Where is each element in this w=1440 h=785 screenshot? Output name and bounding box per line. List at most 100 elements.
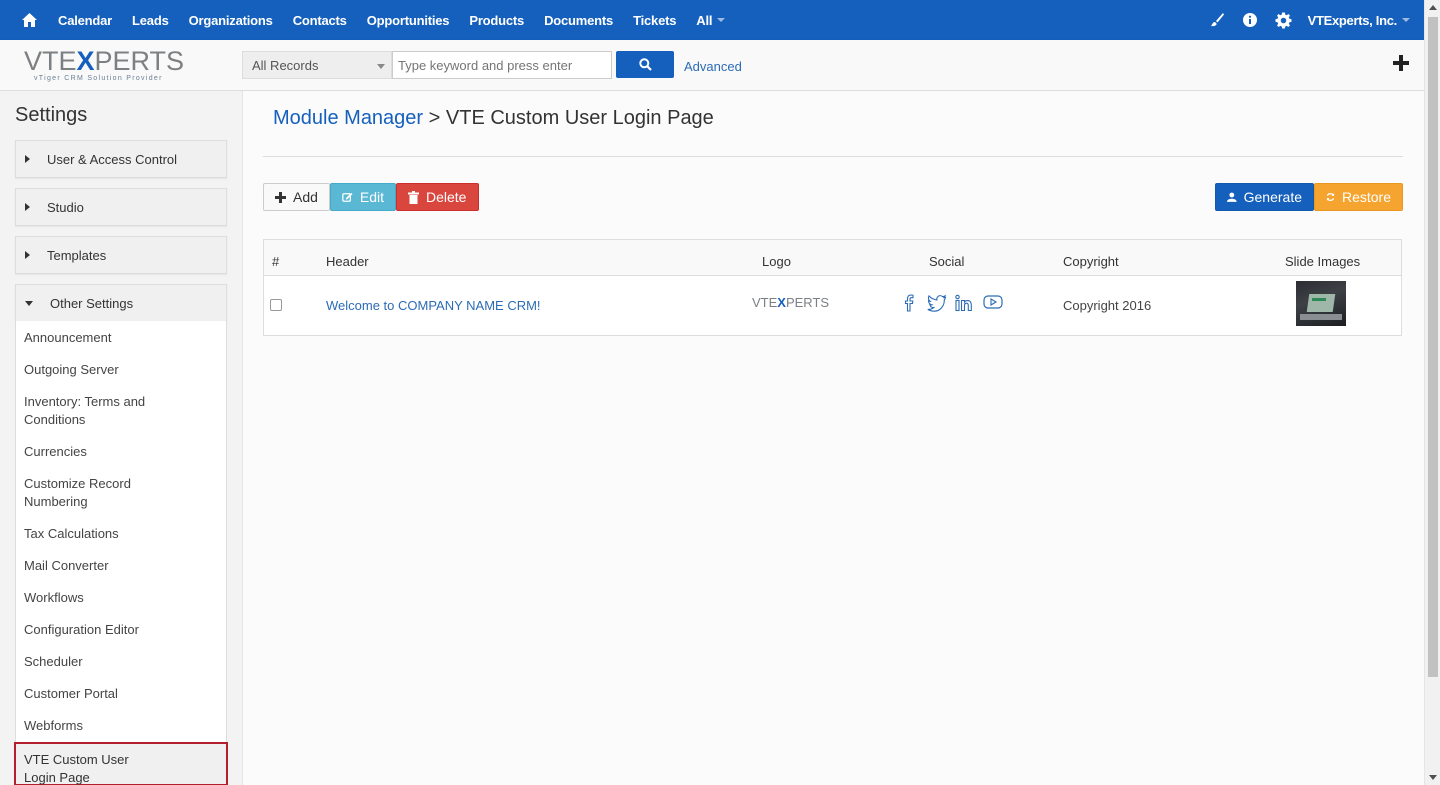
restore-button[interactable]: Restore: [1314, 183, 1403, 211]
settings-sidebar: Settings User & Access Control Studio Te…: [0, 91, 243, 785]
sidebar-group-studio[interactable]: Studio: [15, 188, 227, 226]
search-icon: [638, 58, 652, 71]
search-bar: VTEXPERTS vTiger CRM Solution Provider A…: [0, 40, 1424, 91]
sidebar-group-label: Other Settings: [50, 295, 134, 311]
nav-all[interactable]: All: [696, 12, 726, 28]
other-settings-list: Announcement Outgoing Server Inventory: …: [14, 321, 228, 785]
sidebar-item-customer-portal[interactable]: Customer Portal: [16, 685, 156, 703]
advanced-search-link[interactable]: Advanced: [684, 59, 742, 74]
youtube-icon[interactable]: [983, 294, 1003, 310]
sidebar-group-user-access[interactable]: User & Access Control: [15, 140, 227, 178]
main-menu: Calendar Leads Organizations Contacts Op…: [58, 0, 745, 40]
sidebar-item-vte-custom-login[interactable]: VTE Custom User Login Page: [14, 742, 228, 785]
linkedin-icon[interactable]: [955, 294, 975, 312]
plus-icon[interactable]: [1392, 54, 1410, 75]
chevron-down-icon: [377, 64, 385, 69]
divider: [263, 156, 1403, 157]
nav-leads[interactable]: Leads: [132, 13, 169, 28]
column-header-logo: Logo: [762, 254, 791, 269]
nav-all-label: All: [696, 12, 713, 28]
logo-wordmark: VTEXPERTS: [24, 47, 184, 75]
page-scrollbar[interactable]: [1424, 0, 1440, 785]
paintbrush-icon[interactable]: [1201, 12, 1234, 28]
sidebar-title: Settings: [15, 104, 88, 126]
nav-organizations[interactable]: Organizations: [189, 13, 273, 28]
sidebar-item-outgoing-server[interactable]: Outgoing Server: [16, 361, 156, 379]
sidebar-group-other-settings[interactable]: Other Settings: [15, 284, 227, 322]
sidebar-item-workflows[interactable]: Workflows: [16, 589, 156, 607]
sidebar-item-record-numbering[interactable]: Customize Record Numbering: [16, 475, 156, 511]
nav-opportunities[interactable]: Opportunities: [367, 13, 450, 28]
row-copyright: Copyright 2016: [1063, 298, 1152, 313]
logo-part1: VTE: [24, 46, 77, 76]
search-input[interactable]: [392, 51, 612, 79]
company-menu[interactable]: VTExperts, Inc.: [1308, 13, 1410, 28]
sidebar-item-mail-converter[interactable]: Mail Converter: [16, 557, 156, 575]
row-logo-part1: VTE: [752, 295, 778, 310]
logo-tagline: vTiger CRM Solution Provider: [34, 75, 163, 82]
sidebar-group-templates[interactable]: Templates: [15, 236, 227, 274]
sidebar-item-currencies[interactable]: Currencies: [16, 443, 156, 461]
row-logo-part2: X: [777, 295, 786, 310]
generate-button[interactable]: Generate: [1215, 183, 1314, 211]
column-header-number: #: [272, 254, 280, 269]
search-scope-select[interactable]: All Records: [242, 51, 392, 79]
search-button[interactable]: [616, 51, 674, 78]
laptop-screen-detail: [1312, 298, 1326, 301]
home-icon[interactable]: [0, 0, 58, 40]
sidebar-group-label: User & Access Control: [47, 151, 178, 167]
caret-right-icon: [25, 251, 30, 259]
company-name: VTExperts, Inc.: [1307, 12, 1398, 28]
nav-tickets[interactable]: Tickets: [633, 13, 676, 28]
column-header-header: Header: [326, 254, 369, 269]
sidebar-group-label: Studio: [47, 199, 84, 215]
add-label: Add: [293, 189, 318, 205]
main-content: Module Manager > VTE Custom User Login P…: [243, 91, 1424, 785]
search-scope-value: All Records: [252, 58, 319, 73]
sidebar-item-webforms[interactable]: Webforms: [16, 717, 156, 735]
login-pages-table: # Header Logo Social Copyright Slide Ima…: [263, 239, 1402, 336]
trash-icon: [408, 190, 419, 204]
breadcrumb-current: VTE Custom User Login Page: [445, 107, 714, 129]
edit-button[interactable]: Edit: [330, 183, 396, 211]
vtexperts-logo[interactable]: VTEXPERTS vTiger CRM Solution Provider: [24, 47, 184, 87]
sidebar-item-announcement[interactable]: Announcement: [16, 329, 156, 347]
chevron-down-icon: [1402, 18, 1410, 22]
row-logo-part3: PERTS: [785, 295, 830, 310]
sidebar-item-tax-calculations[interactable]: Tax Calculations: [16, 525, 156, 543]
chevron-down-icon: [717, 18, 726, 22]
delete-label: Delete: [426, 189, 467, 205]
column-header-social: Social: [929, 254, 965, 269]
breadcrumb-module-manager[interactable]: Module Manager: [273, 107, 423, 129]
laptop-screen: [1306, 294, 1336, 312]
info-icon[interactable]: [1234, 12, 1267, 28]
gear-icon[interactable]: [1267, 12, 1300, 29]
nav-calendar[interactable]: Calendar: [58, 13, 112, 28]
twitter-icon[interactable]: [927, 294, 947, 312]
user-icon: [1227, 192, 1237, 202]
nav-documents[interactable]: Documents: [544, 13, 613, 28]
scroll-up-icon[interactable]: [1429, 5, 1437, 10]
add-button[interactable]: Add: [263, 183, 330, 211]
nav-products[interactable]: Products: [469, 13, 524, 28]
caret-right-icon: [25, 155, 30, 163]
logo-part2: X: [76, 46, 95, 76]
laptop-keyboard: [1300, 314, 1342, 320]
edit-icon: [342, 192, 353, 202]
nav-contacts[interactable]: Contacts: [293, 13, 347, 28]
row-checkbox[interactable]: [270, 299, 282, 311]
top-navbar: Calendar Leads Organizations Contacts Op…: [0, 0, 1424, 40]
scroll-down-icon[interactable]: [1429, 775, 1437, 780]
sidebar-item-inventory-terms[interactable]: Inventory: Terms and Conditions: [16, 393, 156, 429]
slide-image-thumbnail[interactable]: [1296, 281, 1346, 326]
facebook-icon[interactable]: [900, 294, 919, 312]
delete-button[interactable]: Delete: [396, 183, 479, 211]
sidebar-item-scheduler[interactable]: Scheduler: [16, 653, 156, 671]
breadcrumb: Module Manager > VTE Custom User Login P…: [273, 107, 714, 130]
row-header-link[interactable]: Welcome to COMPANY NAME CRM!: [326, 298, 541, 313]
navbar-right: VTExperts, Inc.: [1201, 0, 1410, 40]
sidebar-group-label: Templates: [47, 247, 107, 263]
edit-label: Edit: [359, 189, 384, 205]
scroll-thumb[interactable]: [1428, 17, 1438, 677]
sidebar-item-configuration-editor[interactable]: Configuration Editor: [16, 621, 156, 639]
